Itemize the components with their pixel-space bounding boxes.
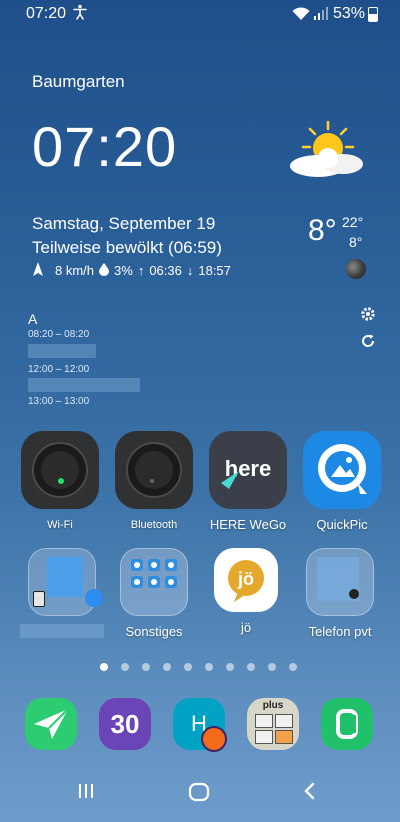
- calendar-event-title-redacted: [28, 344, 96, 358]
- page-indicator: [100, 663, 297, 671]
- calc-key: [255, 714, 273, 728]
- folder-blurred-icon: [28, 548, 103, 616]
- gear-icon[interactable]: [360, 306, 376, 327]
- home-icon: [188, 782, 210, 802]
- app-label-redacted: [20, 624, 104, 638]
- app-label: jö: [240, 620, 252, 635]
- calendar-event-time[interactable]: 12:00 – 12:00: [28, 364, 89, 375]
- battery-percent: 53%: [333, 5, 366, 22]
- svg-text:jö: jö: [237, 569, 254, 589]
- phone-handset-icon: [336, 709, 358, 739]
- raindrop-icon: [99, 262, 110, 279]
- current-temperature: 8°: [308, 214, 337, 247]
- weather-details: 8 km/h 3% ↑ 06:36 ↓ 18:57: [32, 262, 231, 279]
- sun-cloud-icon: [288, 120, 366, 187]
- chat-icon: [85, 589, 103, 607]
- folder-sonstiges[interactable]: Sonstiges: [106, 548, 202, 639]
- bluetooth-widget[interactable]: Bluetooth: [106, 431, 202, 531]
- moon-phase-icon: [346, 259, 366, 279]
- wifi-icon: [292, 7, 310, 26]
- wifi-widget-icon: [21, 431, 99, 509]
- low-temperature: 8°: [349, 234, 363, 250]
- bluetooth-widget-icon: [115, 431, 193, 509]
- wind-arrow-icon: [32, 262, 44, 279]
- dock-app-calculator[interactable]: plus: [247, 698, 299, 750]
- folder-icon: [306, 548, 374, 616]
- contact-dot-icon: [349, 589, 359, 599]
- app-label: Telefon pvt: [308, 624, 372, 639]
- redacted-block: [47, 557, 83, 597]
- page-dot[interactable]: [226, 663, 234, 671]
- high-temperature: 22°: [342, 214, 364, 230]
- calc-key: [255, 730, 273, 744]
- recent-apps-icon: [79, 784, 93, 798]
- app-label: QuickPic: [316, 517, 368, 532]
- status-bar: 07:20 53%: [0, 0, 400, 28]
- precipitation: 3%: [114, 263, 133, 278]
- calendar-event-time[interactable]: 13:00 – 13:00: [28, 396, 89, 407]
- page-dot[interactable]: [184, 663, 192, 671]
- status-time: 07:20: [26, 5, 67, 22]
- phone-icon: [33, 591, 45, 607]
- dock-app-text: plus: [262, 700, 284, 711]
- refresh-icon[interactable]: [360, 333, 376, 354]
- dock-app-h[interactable]: H: [173, 698, 227, 752]
- sunset-arrow-icon: ↓: [186, 263, 194, 278]
- page-dot[interactable]: [268, 663, 276, 671]
- app-label: HERE WeGo: [209, 517, 287, 532]
- folder-icon: [120, 548, 188, 616]
- calendar-title: A: [28, 311, 38, 327]
- page-dot[interactable]: [142, 663, 150, 671]
- back-icon: [304, 782, 315, 800]
- dock-app-phone[interactable]: [321, 698, 373, 750]
- paper-plane-icon: [34, 708, 69, 739]
- wind-speed: 8 km/h: [55, 263, 95, 278]
- calendar-event-time[interactable]: 08:20 – 08:20: [28, 329, 89, 340]
- weather-date: Samstag, September 19: [32, 214, 216, 233]
- calc-key: [275, 714, 293, 728]
- calc-key: [275, 730, 293, 744]
- home-button[interactable]: [187, 781, 211, 808]
- firefox-badge-icon: [201, 726, 227, 752]
- folder-blurred[interactable]: [14, 548, 110, 638]
- clock[interactable]: 07:20: [32, 114, 177, 179]
- app-here-wego[interactable]: here HERE WeGo: [200, 431, 296, 532]
- back-button[interactable]: [300, 781, 320, 806]
- here-icon: here: [209, 431, 287, 509]
- page-dot[interactable]: [247, 663, 255, 671]
- sunrise-time: 06:36: [149, 263, 182, 278]
- app-label: Bluetooth: [130, 519, 178, 531]
- page-dot[interactable]: [205, 663, 213, 671]
- dock-app-text: 30: [110, 709, 140, 739]
- jo-icon: jö: [214, 548, 278, 612]
- folder-telefon-pvt[interactable]: Telefon pvt: [292, 548, 388, 639]
- app-jo[interactable]: jö jö: [198, 548, 294, 635]
- dock-app-thirty[interactable]: 30: [99, 698, 151, 750]
- weather-location[interactable]: Baumgarten: [32, 72, 125, 92]
- recent-apps-button[interactable]: [76, 781, 96, 806]
- calendar-event-title-redacted: [28, 378, 140, 392]
- app-label: Sonstiges: [125, 624, 183, 639]
- sunset-time: 18:57: [198, 263, 231, 278]
- app-quickpic[interactable]: QuickPic: [294, 431, 390, 532]
- battery-icon: [368, 7, 378, 22]
- accessibility-icon: [72, 4, 88, 25]
- sunrise-arrow-icon: ↑: [137, 263, 145, 278]
- app-label: Wi-Fi: [47, 519, 73, 531]
- signal-icon: [314, 7, 328, 25]
- page-dot[interactable]: [163, 663, 171, 671]
- dock-app-airdroid[interactable]: [25, 698, 77, 750]
- page-dot[interactable]: [289, 663, 297, 671]
- page-dot[interactable]: [121, 663, 129, 671]
- wifi-widget[interactable]: Wi-Fi: [12, 431, 108, 531]
- page-dot[interactable]: [100, 663, 108, 671]
- weather-condition: Teilweise bewölkt (06:59): [32, 238, 222, 257]
- quickpic-icon: [303, 431, 381, 509]
